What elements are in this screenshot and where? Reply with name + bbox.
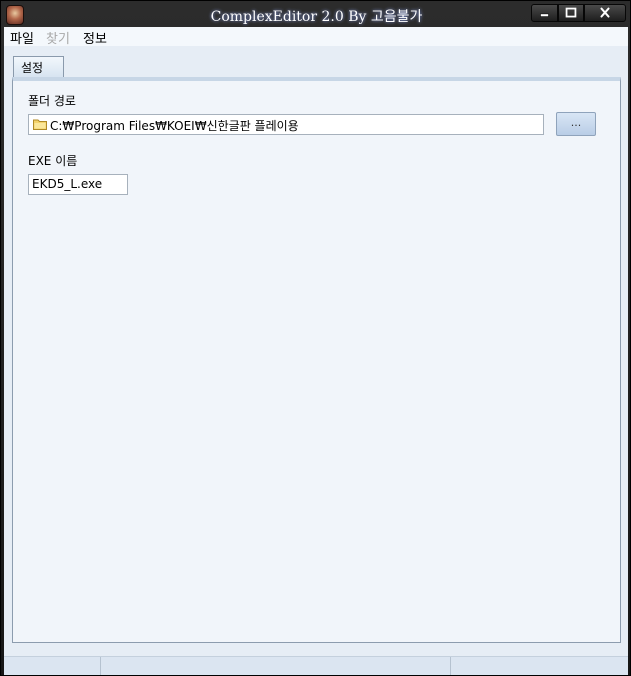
- status-segment-3: [451, 657, 627, 675]
- status-segment-2: [101, 657, 451, 675]
- title-bar[interactable]: ComplexEditor 2.0 By 고음불가: [1, 1, 631, 27]
- status-bar: [4, 656, 628, 675]
- app-window: ComplexEditor 2.0 By 고음불가 파일 찾기 정보 설정 폴더…: [0, 0, 631, 676]
- maximize-button[interactable]: [558, 4, 584, 22]
- folder-icon: [33, 119, 47, 130]
- folder-path-label: 폴더 경로: [28, 94, 76, 108]
- exe-name-value: EKD5_L.exe: [32, 177, 103, 191]
- main-content: 설정 폴더 경로 C:₩Program Files₩KOEI₩신한글판 플레이용…: [4, 46, 628, 656]
- maximize-icon: [565, 7, 577, 18]
- minimize-button[interactable]: [531, 4, 558, 22]
- folder-path-field[interactable]: C:₩Program Files₩KOEI₩신한글판 플레이용: [28, 114, 544, 135]
- settings-panel: 폴더 경로 C:₩Program Files₩KOEI₩신한글판 플레이용 ..…: [12, 77, 621, 643]
- tab-settings-label: 설정: [21, 61, 44, 75]
- menu-find[interactable]: 찾기: [46, 28, 70, 47]
- exe-name-field[interactable]: EKD5_L.exe: [28, 174, 128, 195]
- tab-settings[interactable]: 설정: [13, 56, 64, 78]
- menu-bar: 파일 찾기 정보: [4, 27, 628, 47]
- close-icon: [600, 7, 610, 18]
- exe-name-label: EXE 이름: [28, 154, 78, 168]
- folder-path-value: C:₩Program Files₩KOEI₩신한글판 플레이용: [50, 119, 299, 133]
- close-button[interactable]: [584, 4, 626, 22]
- status-segment-1: [4, 657, 101, 675]
- browse-button[interactable]: ...: [556, 112, 596, 136]
- minimize-icon: [540, 13, 549, 17]
- menu-info[interactable]: 정보: [83, 28, 107, 47]
- menu-file[interactable]: 파일: [10, 28, 34, 47]
